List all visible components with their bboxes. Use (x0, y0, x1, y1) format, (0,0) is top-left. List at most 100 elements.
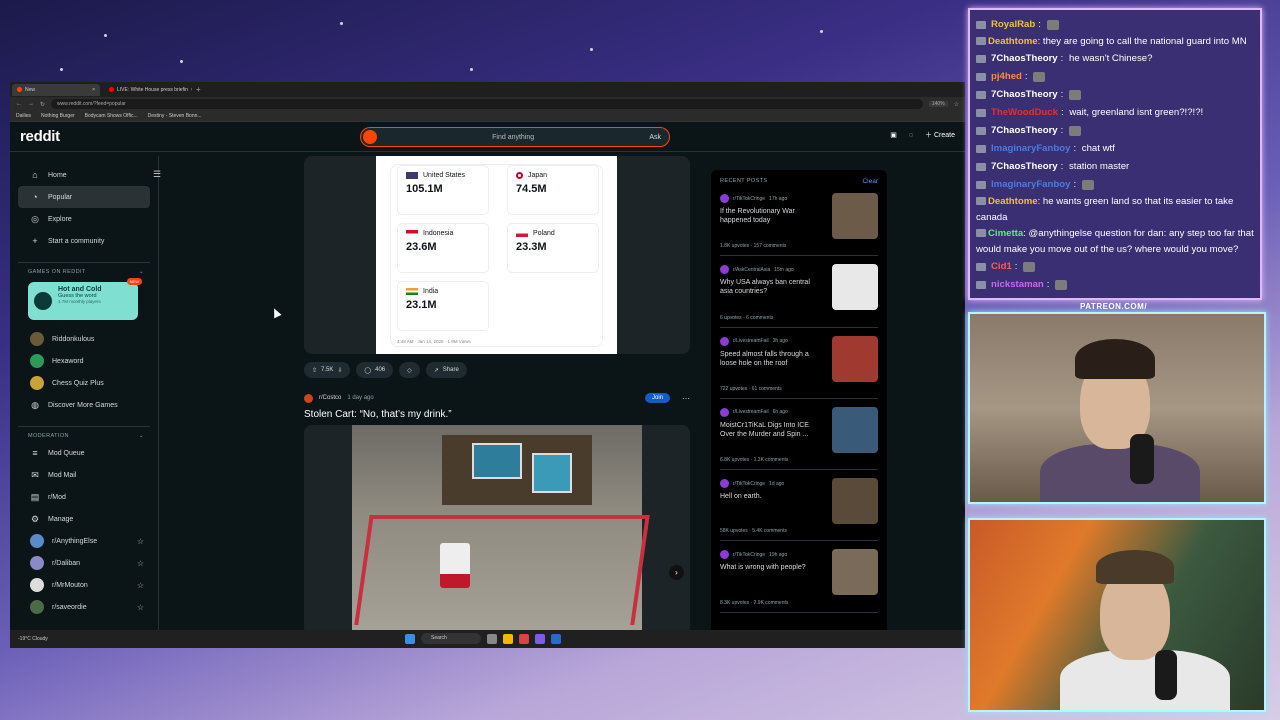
recent-post[interactable]: r/LivestreamFail 6h ago MoistCr1TiKaL Digs… (720, 399, 878, 471)
reload-icon[interactable]: ↻ (40, 101, 45, 108)
upvote-icon[interactable]: ⇧ (312, 367, 317, 374)
nav-home[interactable]: ⌂ Home (18, 164, 150, 186)
star-icon[interactable]: ☆ (137, 581, 144, 590)
taskbar-search[interactable]: Search (421, 633, 481, 644)
nav-start-community[interactable]: + Start a community (18, 230, 150, 252)
downvote-icon[interactable]: ⇩ (337, 367, 342, 374)
discover-more-games[interactable]: ◍ Discover More Games (18, 394, 150, 416)
next-image-icon[interactable]: › (669, 565, 684, 580)
bookmark-star-icon[interactable]: ☆ (954, 101, 959, 108)
ads-icon[interactable]: ▣ (890, 131, 897, 139)
tweet-meta: 4:48 AM · Jan 14, 2026 · 1.9M Views (397, 339, 471, 344)
community-saveordie[interactable]: r/saveordie ☆ (18, 596, 150, 618)
url-input[interactable]: www.reddit.com/?feed=popular (51, 99, 923, 109)
bookmark-item[interactable]: Bodycam Shows Offic... (85, 113, 138, 119)
subreddit-name[interactable]: r/TikTokCringe (733, 481, 765, 487)
app-icon[interactable] (487, 633, 497, 644)
share-button[interactable]: ↗ Share (425, 362, 467, 378)
weather-widget[interactable]: -19°C Cloudy (18, 636, 48, 642)
star-icon[interactable]: ☆ (137, 559, 144, 568)
mail-icon: ✉ (31, 469, 39, 480)
subreddit-name[interactable]: r/LivestreamFail (733, 338, 769, 344)
games-section-header[interactable]: GAMES ON REDDIT ⌄ (18, 262, 150, 278)
recent-post-thumbnail[interactable] (832, 549, 878, 596)
game-riddonkulous[interactable]: Riddonkulous (18, 328, 150, 350)
left-sidebar: ⌂ Home ◔ Popular ◎ Explore + Start a communi… (10, 156, 159, 648)
back-icon[interactable]: ← (16, 101, 22, 107)
app-icon[interactable] (551, 633, 561, 644)
community-mrmouton[interactable]: r/MrMouton ☆ (18, 574, 150, 596)
badge-icon (976, 229, 986, 238)
recent-post-title[interactable]: What is wrong with people? (720, 563, 824, 572)
recent-post[interactable]: r/AskCentralAsia 15m ago Why USA always ba… (720, 256, 878, 328)
recent-post-thumbnail[interactable] (832, 264, 878, 311)
community-daliban[interactable]: r/Daliban ☆ (18, 552, 150, 574)
chat-icon[interactable]: ◌ (909, 132, 913, 139)
recent-post[interactable]: r/TikTokCringe 17h ago If the Revolutionar… (720, 185, 878, 257)
recent-post[interactable]: r/LivestreamFail 3h ago Speed almost falls… (720, 328, 878, 399)
r-mod[interactable]: ▤ r/Mod (18, 486, 150, 508)
forward-icon[interactable]: → (28, 101, 34, 107)
create-button[interactable]: ＋ Create (925, 130, 955, 140)
new-tab-icon[interactable]: + (196, 85, 201, 94)
subreddit-name[interactable]: r/AskCentralAsia (733, 267, 770, 273)
more-options-icon[interactable]: ⋯ (682, 394, 690, 403)
close-tab-icon[interactable]: × (191, 87, 192, 93)
recent-post-title[interactable]: Hell on earth. (720, 492, 824, 501)
close-tab-icon[interactable]: × (92, 87, 95, 93)
post-media[interactable]: United States 105.1M Japan 74.5M Indonesia… (304, 156, 690, 354)
reddit-logo[interactable]: reddit (20, 128, 60, 145)
recent-post-title[interactable]: Speed almost falls through a loose hole … (720, 350, 824, 368)
subreddit-name[interactable]: r/TikTokCringe (733, 552, 765, 558)
chat-username: 7ChaosTheory (991, 125, 1058, 136)
game-hexaword[interactable]: Hexaword (18, 350, 150, 372)
post-title[interactable]: Stolen Cart: “No, that’s my drink.” (304, 409, 690, 420)
moderation-section-header[interactable]: MODERATION ⌄ (18, 426, 150, 442)
windows-start-icon[interactable] (405, 633, 415, 644)
bookmark-item[interactable]: Dailies (16, 113, 31, 119)
recent-post[interactable]: r/TikTokCringe 1d ago Hell on earth. 58K up… (720, 470, 878, 542)
tweet-screenshot: United States 105.1M Japan 74.5M Indonesia… (376, 156, 617, 354)
subreddit-name[interactable]: r/TikTokCringe (733, 196, 765, 202)
chat-message: ImaginaryFanboy: chat wtf (976, 140, 1254, 158)
badge-icon (976, 163, 986, 171)
subreddit-name[interactable]: r/LivestreamFail (733, 409, 769, 415)
community-anythingelse[interactable]: r/AnythingElse ☆ (18, 530, 150, 552)
recent-post-thumbnail[interactable] (832, 193, 878, 239)
mod-queue[interactable]: ≡ Mod Queue (18, 442, 150, 464)
manage[interactable]: ⚙ Manage (18, 508, 150, 530)
menu-icon[interactable]: ☰ (153, 169, 161, 180)
tab-reddit[interactable]: New × (12, 83, 100, 96)
star-icon[interactable]: ☆ (137, 537, 144, 546)
recent-post-title[interactable]: If the Revolutionary War happened today (720, 207, 824, 225)
tab-youtube[interactable]: LIVE: White House press briefin× (104, 84, 192, 96)
clear-button[interactable]: Clear (862, 178, 878, 185)
nav-explore[interactable]: ◎ Explore (18, 208, 150, 230)
join-button[interactable]: Join (644, 393, 670, 403)
comments-button[interactable]: ◯ 406 (356, 362, 394, 378)
award-button[interactable]: ◇ (399, 362, 420, 378)
recent-post-title[interactable]: MoistCr1TiKaL Digs Into ICE Over the Mur… (720, 421, 824, 439)
bookmark-item[interactable]: Destiny - Steven Bonn... (148, 113, 202, 119)
recent-post[interactable]: r/TikTokCringe 19h ago What is wrong with … (720, 541, 878, 613)
post-media[interactable]: › (304, 425, 690, 635)
subreddit-link[interactable]: r/Costco (319, 395, 341, 401)
star-icon[interactable]: ☆ (137, 603, 144, 612)
zoom-level[interactable]: 140% (928, 101, 948, 107)
game-card-hot-and-cold[interactable]: NEW Hot and Cold Guess the word 1.7M mon… (28, 278, 142, 320)
game-chess-quiz-plus[interactable]: Chess Quiz Plus (18, 372, 150, 394)
vote-button[interactable]: ⇧ 7.5K ⇩ (304, 362, 351, 378)
recent-post-thumbnail[interactable] (832, 406, 878, 453)
ask-button[interactable]: Ask (649, 134, 661, 141)
app-icon[interactable] (535, 633, 545, 644)
nav-popular[interactable]: ◔ Popular (18, 186, 150, 208)
app-icon[interactable] (503, 633, 513, 644)
bookmark-item[interactable]: Nothing Burger (41, 113, 75, 119)
microphone (1155, 650, 1177, 700)
recent-post-thumbnail[interactable] (832, 335, 878, 382)
search-input[interactable]: Find anything Ask (360, 127, 670, 147)
recent-post-thumbnail[interactable] (832, 478, 878, 525)
app-icon[interactable] (519, 633, 529, 644)
recent-post-title[interactable]: Why USA always ban central asia countrie… (720, 278, 824, 296)
mod-mail[interactable]: ✉ Mod Mail (18, 464, 150, 486)
